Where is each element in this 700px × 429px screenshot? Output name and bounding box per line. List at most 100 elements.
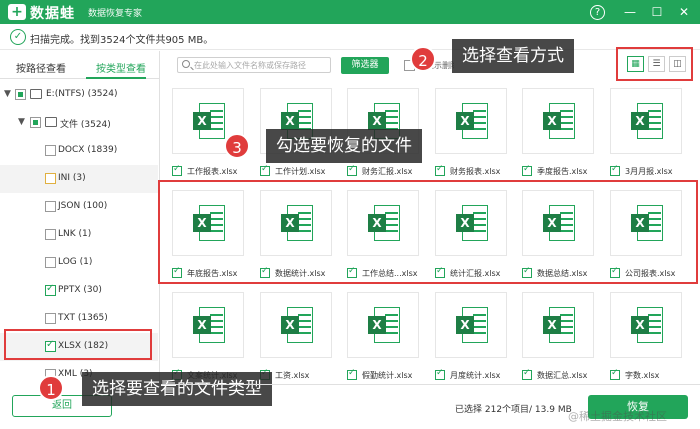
type-checkbox[interactable] xyxy=(45,257,56,268)
file-thumbnail[interactable]: X xyxy=(172,190,244,256)
scan-status-text: 扫描完成。找到3524个文件共905 MB。 xyxy=(30,35,214,46)
excel-file-icon: X xyxy=(631,103,663,139)
tree-item-label: E:(NTFS) (3524) xyxy=(46,89,118,99)
file-checkbox[interactable] xyxy=(172,164,182,176)
excel-file-icon: X xyxy=(631,307,663,343)
excel-file-icon: X xyxy=(281,205,313,241)
search-icon xyxy=(182,60,190,68)
file-checkbox[interactable] xyxy=(172,266,182,278)
file-thumbnail[interactable]: X xyxy=(610,292,682,358)
excel-file-icon: X xyxy=(193,205,225,241)
callout-file-type: 选择要查看的文件类型 xyxy=(82,372,272,406)
type-checkbox[interactable] xyxy=(45,229,56,240)
file-thumbnail[interactable]: X xyxy=(522,190,594,256)
type-checkbox[interactable] xyxy=(45,339,56,352)
file-name: 年底报告.xlsx xyxy=(187,269,238,278)
file-name: 统计汇报.xlsx xyxy=(450,269,501,278)
active-tab-indicator xyxy=(86,77,146,79)
filter-button[interactable]: 筛选器 xyxy=(341,57,389,74)
file-thumbnail[interactable]: X xyxy=(522,88,594,154)
type-checkbox[interactable] xyxy=(45,283,56,296)
file-checkbox[interactable] xyxy=(522,266,532,278)
tree-item-drive[interactable]: ▼ E:(NTFS) (3524) xyxy=(0,81,158,109)
tree-item-pptx[interactable]: PPTX (30) xyxy=(0,277,158,305)
type-checkbox[interactable] xyxy=(45,201,56,212)
search-input[interactable]: 在此处输入文件名称或保存路径 xyxy=(177,57,331,73)
file-checkbox[interactable] xyxy=(260,164,270,176)
tree-item-json[interactable]: JSON (100) xyxy=(0,193,158,221)
excel-file-icon: X xyxy=(631,205,663,241)
file-thumbnail[interactable]: X xyxy=(347,190,419,256)
tree-item-label: LOG (1) xyxy=(58,257,93,267)
thumbnail-view-button[interactable]: ▦ xyxy=(627,56,644,72)
file-checkbox[interactable] xyxy=(522,368,532,380)
file-checkbox[interactable] xyxy=(435,266,445,278)
drive-icon xyxy=(30,89,42,99)
tab-by-path[interactable]: 按路径查看 xyxy=(16,60,66,75)
file-thumbnail[interactable]: X xyxy=(610,88,682,154)
tree-item-label: XLSX (182) xyxy=(58,341,109,351)
chevron-down-icon[interactable]: ▼ xyxy=(4,89,11,99)
file-thumbnail[interactable]: X xyxy=(435,88,507,154)
file-name: 假勤统计.xlsx xyxy=(362,371,413,380)
list-view-button[interactable]: ☰ xyxy=(648,56,665,72)
tree-item-label: DOCX (1839) xyxy=(58,145,118,155)
file-checkbox[interactable] xyxy=(347,266,357,278)
file-thumbnail[interactable]: X xyxy=(522,292,594,358)
file-checkbox[interactable] xyxy=(522,164,532,176)
file-thumbnail[interactable]: X xyxy=(435,190,507,256)
tree-item-txt[interactable]: TXT (1365) xyxy=(0,305,158,333)
tree-item-files[interactable]: ▼ 文件 (3524) xyxy=(0,109,158,137)
tree-item-label: 文件 (3524) xyxy=(60,120,111,130)
chevron-down-icon[interactable]: ▼ xyxy=(18,117,25,127)
file-thumbnail[interactable]: X xyxy=(610,190,682,256)
close-icon[interactable]: ✕ xyxy=(675,3,693,21)
file-thumbnail[interactable]: X xyxy=(172,292,244,358)
tree-item-label: PPTX (30) xyxy=(58,285,102,295)
app-logo-icon: + xyxy=(8,4,26,20)
minimize-icon[interactable]: — xyxy=(621,3,639,21)
excel-file-icon: X xyxy=(456,307,488,343)
callout-number-2: 2 xyxy=(410,46,436,72)
file-checkbox[interactable] xyxy=(347,368,357,380)
selected-count-text: 已选择 212个项目/ 13.9 MB xyxy=(455,405,572,415)
type-checkbox[interactable] xyxy=(45,313,56,324)
files-checkbox[interactable] xyxy=(30,117,41,128)
tree-item-log[interactable]: LOG (1) xyxy=(0,249,158,277)
tree-item-xlsx[interactable]: XLSX (182) xyxy=(0,333,158,361)
callout-view-mode: 选择查看方式 xyxy=(452,39,574,73)
file-checkbox[interactable] xyxy=(435,368,445,380)
watermark-text: @稀土掘金技术社区 xyxy=(568,410,667,423)
excel-file-icon: X xyxy=(193,307,225,343)
help-icon[interactable]: ? xyxy=(590,5,605,20)
file-name: 数据总结.xlsx xyxy=(537,269,588,278)
excel-file-icon: X xyxy=(368,307,400,343)
tree-item-lnk[interactable]: LNK (1) xyxy=(0,221,158,249)
footer-divider xyxy=(161,384,700,385)
scan-status-bar: ✓ 扫描完成。找到3524个文件共905 MB。 xyxy=(0,24,700,50)
tree-item-docx[interactable]: DOCX (1839) xyxy=(0,137,158,165)
thumbnail-view-icon: ▦ xyxy=(631,59,640,69)
excel-file-icon: X xyxy=(456,205,488,241)
file-thumbnail[interactable]: X xyxy=(260,292,332,358)
file-checkbox[interactable] xyxy=(610,266,620,278)
file-checkbox[interactable] xyxy=(347,164,357,176)
callout-check-files: 勾选要恢复的文件 xyxy=(266,129,422,163)
file-checkbox[interactable] xyxy=(435,164,445,176)
detail-view-button[interactable]: ◫ xyxy=(669,56,686,72)
file-thumbnail[interactable]: X xyxy=(435,292,507,358)
file-thumbnail[interactable]: X xyxy=(260,190,332,256)
file-name: 工作总结...xlsx xyxy=(362,269,418,278)
type-checkbox[interactable] xyxy=(45,173,56,184)
excel-file-icon: X xyxy=(368,205,400,241)
tab-by-type[interactable]: 按类型查看 xyxy=(96,60,146,75)
file-checkbox[interactable] xyxy=(610,368,620,380)
file-checkbox[interactable] xyxy=(610,164,620,176)
maximize-icon[interactable]: ☐ xyxy=(648,3,666,21)
type-checkbox[interactable] xyxy=(45,145,56,156)
file-checkbox[interactable] xyxy=(260,266,270,278)
drive-checkbox[interactable] xyxy=(15,89,26,100)
file-thumbnail[interactable]: X xyxy=(347,292,419,358)
tree-item-ini[interactable]: INI (3) xyxy=(0,165,158,193)
detail-view-icon: ◫ xyxy=(673,59,682,69)
